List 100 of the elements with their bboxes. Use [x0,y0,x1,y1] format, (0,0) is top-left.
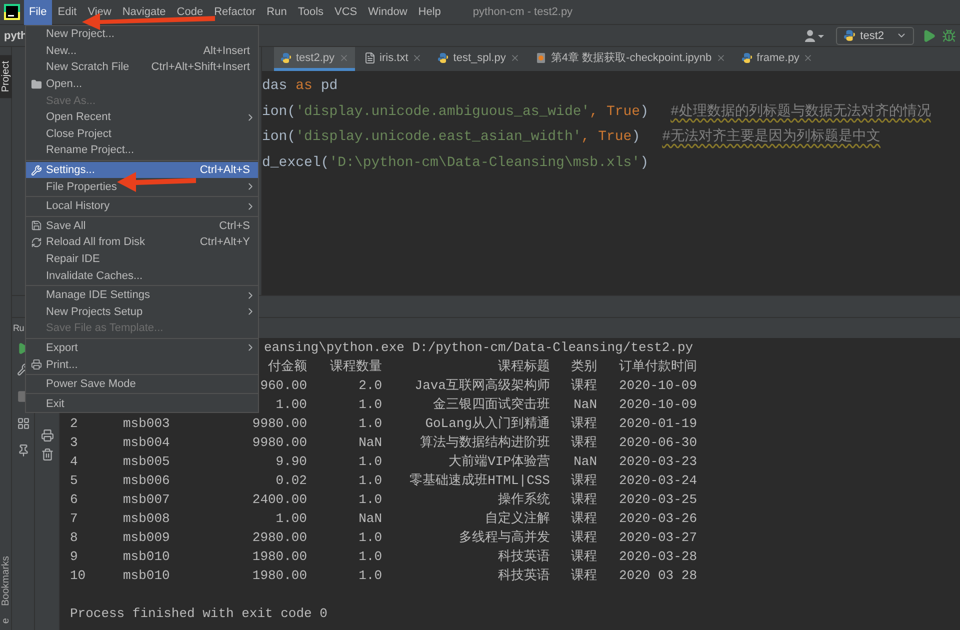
python-file-icon [740,52,753,64]
editor-tab[interactable]: frame.py [734,47,820,71]
menu-item[interactable]: Tools [292,0,329,24]
menu-option[interactable]: Local History [26,198,258,215]
table-cell-text: NaN [358,434,382,452]
table-cell-text: msb003 [123,415,171,433]
menu-item[interactable]: VCS [330,0,362,24]
menu-option[interactable]: Settings... Ctrl+Alt+S [26,162,258,178]
close-icon[interactable] [412,52,422,62]
console-exit-message: Process finished with exit code 0 [70,605,328,623]
table-cell-text: 1.0 [358,491,382,509]
table-cell-text: NaN [358,510,382,528]
close-icon[interactable] [510,52,520,62]
menu-option[interactable]: Repair IDE [26,250,258,268]
table-cell-text: 10 [70,567,87,585]
table-cell-text: 3 [70,434,79,452]
table-cell-text: 1.0 [358,472,382,490]
table-cell-text: 1.0 [358,529,382,547]
table-cell-text: msb010 [123,567,171,585]
close-icon[interactable] [716,52,726,62]
menu-option[interactable]: Reload All from Disk Ctrl+Alt+Y [26,234,258,251]
layout-icon[interactable] [16,417,30,430]
table-cell-text: 2980.00 [251,529,307,547]
table-cell-text: 2020-10-09 [618,377,697,395]
editor-tab[interactable]: 第4章 数据获取-checkpoint.ipynb [528,47,732,71]
menu-item[interactable]: Navigate [117,0,171,24]
tool-window-tab[interactable]: Project [0,55,12,98]
menu-item[interactable]: Code [172,0,208,24]
table-cell-text: 1.0 [358,548,382,566]
run-configuration-selector[interactable]: test2 [836,26,914,44]
menu-option[interactable]: Close Project [26,126,258,142]
menu-item[interactable]: Edit [52,0,82,24]
python-file-icon [437,52,450,64]
table-cell-text: 2020-03-23 [618,453,697,471]
text-file-icon [364,52,376,64]
menu-item[interactable]: Window [363,0,412,24]
menu-option[interactable]: Open Recent [26,108,258,126]
tool-window-tab[interactable]: Bookmarks [0,550,12,612]
close-icon[interactable] [803,52,814,62]
menu-option[interactable]: New Scratch File Ctrl+Alt+Shift+Insert [26,59,258,76]
menu-option[interactable]: Export [26,340,258,356]
table-cell-text: 课程 [570,434,598,452]
table-cell-text: 课程 [570,377,598,395]
save-icon [30,220,42,232]
table-cell-text: 7 [70,510,79,528]
table-cell-text: 1.00 [274,510,307,528]
table-cell-text: Java互联网高级架构师 [414,377,550,395]
reload-icon [30,236,42,248]
wrench-icon [30,164,42,176]
window-title: python-cm - test2.py [472,6,573,18]
menu-option[interactable]: Open... [26,76,258,92]
table-cell-text: msb004 [123,434,171,452]
table-cell-text: 金三银四面试突击班 [432,396,550,414]
table-cell-text: 9980.00 [251,415,307,433]
menu-item[interactable]: File [24,0,52,24]
table-cell-text: msb007 [123,491,171,509]
table-cell-text: 2020-03-28 [618,548,697,566]
table-cell-text: 2020-03-27 [618,529,697,547]
editor-tab[interactable]: test2.py [274,47,355,71]
menu-option[interactable]: Rename Project... [26,142,258,159]
menu-option[interactable]: Exit [26,395,258,412]
table-cell-text: 自定义注解 [484,510,550,528]
menu-option[interactable]: Invalidate Caches... [26,267,258,284]
table-cell-text: 课程 [570,529,598,547]
menu-option[interactable]: Print... [26,356,258,373]
table-cell-text: 5 [70,472,79,490]
column-header: 课程数量 [329,358,382,376]
table-cell-text: 课程 [570,491,598,509]
pin-icon[interactable] [16,444,30,457]
editor-tab[interactable]: iris.txt [358,47,428,71]
tool-window-tab[interactable]: e [0,612,12,630]
trash-icon[interactable] [40,448,54,461]
close-icon[interactable] [338,52,349,62]
menu-option[interactable]: New Projects Setup [26,304,258,320]
printer-icon [30,359,42,370]
table-cell-text: NaN [572,396,598,414]
menu-option[interactable]: Manage IDE Settings [26,286,258,304]
menu-option[interactable]: New Project... [26,26,258,43]
run-icon[interactable] [922,28,936,42]
menu-item[interactable]: Refactor [209,0,261,24]
column-header: 订单付款时间 [618,358,697,376]
menu-option[interactable]: Save All Ctrl+S [26,218,258,234]
menu-item[interactable]: View [82,0,116,24]
table-cell-text: 1.0 [358,396,382,414]
app-logo-icon [4,4,20,20]
printer-icon[interactable] [40,429,54,442]
table-cell-text: 科技英语 [497,548,550,566]
user-menu-icon[interactable] [804,28,826,42]
table-cell-text: NaN [572,453,598,471]
table-cell-text: 9980.00 [251,434,307,452]
menu-item[interactable]: Help [413,0,446,24]
table-cell-text: msb006 [123,472,171,490]
editor-tab[interactable]: test_spl.py [431,47,526,71]
menu-option[interactable]: New... Alt+Insert [26,42,258,60]
table-cell-text: 2020-01-19 [618,415,697,433]
menu-option[interactable]: Power Save Mode [26,376,258,392]
menu-item[interactable]: Run [262,0,292,24]
menu-option[interactable]: File Properties [26,178,258,195]
debug-icon[interactable] [942,28,956,42]
table-cell-text: 960.00 [259,377,307,395]
